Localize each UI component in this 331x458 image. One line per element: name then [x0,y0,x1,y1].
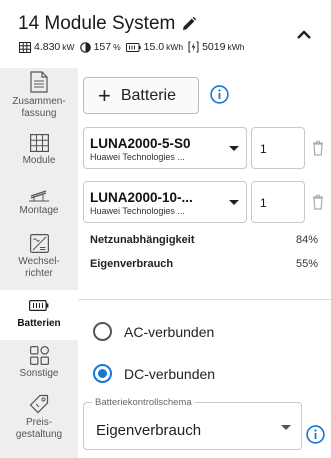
battery-model-name: LUNA2000-10-... [90,190,193,205]
battery-row: LUNA2000-5-S0 Huawei Technologies ... 1 [83,127,326,169]
price-tag-icon [29,394,49,414]
stat-ratio: 157% [79,41,121,53]
power-unit: kW [62,42,75,52]
pencil-icon[interactable] [181,16,197,32]
metric-label: Netzunabhängigkeit [90,234,195,246]
sidebar-item-label: Wechsel- richter [18,256,60,279]
battery-quantity-input[interactable]: 1 [251,181,305,223]
sidebar-item-summary[interactable]: Zusammen- fassung [3,71,75,127]
sidebar-item-batteries[interactable]: Batterien [0,290,78,340]
field-legend: Batteriekontrollschema [92,397,195,408]
system-header: 14 Module System 4.830 kW 157% 15.0 kWh 50… [0,0,331,68]
ratio-value: 157 [93,41,112,53]
radio-ac-coupled[interactable]: AC-verbunden [93,322,214,341]
plus-icon: + [98,82,111,108]
caret-down-icon [229,146,239,151]
sidebar: Zusammen- fassung Module Montage Wechsel… [0,68,78,458]
sidebar-item-label: Batterien [17,318,61,329]
sidebar-item-label: Preis- gestaltung [15,417,63,440]
sidebar-item-mounting[interactable]: Montage [3,186,75,226]
sidebar-item-module[interactable]: Module [3,134,75,174]
battery-model-name: LUNA2000-5-S0 [90,136,191,151]
add-battery-button[interactable]: + Batterie [83,77,199,114]
stat-power: 4.830 kW [19,41,75,53]
power-value: 4.830 [34,41,61,53]
battery-control-schema-select[interactable]: Batteriekontrollschema Eigenverbrauch [83,397,302,450]
sidebar-item-misc[interactable]: Sonstige [3,346,75,386]
title-row: 14 Module System [18,13,197,35]
sidebar-item-label: Module [22,155,56,166]
summary-icon [30,71,48,93]
stat-battery: 15.0 kWh [125,41,184,53]
caret-down-icon [229,200,239,205]
info-icon[interactable] [306,425,325,444]
battery-model-select[interactable]: LUNA2000-10-... Huawei Technologies ... [83,181,247,223]
trash-icon[interactable] [312,194,324,210]
radio-dc-coupled[interactable]: DC-verbunden [93,364,215,383]
battery-value: 15.0 [143,41,165,53]
battery-manufacturer: Huawei Technologies ... [90,152,185,162]
battery-manufacturer: Huawei Technologies ... [90,206,185,216]
inverter-icon [29,234,49,253]
battery-icon [29,300,49,311]
half-circle-icon [79,41,91,53]
trash-icon[interactable] [312,140,324,156]
field-value: Eigenverbrauch [96,422,202,439]
system-stats: 4.830 kW 157% 15.0 kWh 5019 kWh [19,41,249,53]
metric-row: Netzunabhängigkeit 84% [90,234,318,246]
stat-energy: 5019 kWh [188,41,244,53]
mounting-icon [29,190,49,202]
info-icon[interactable] [210,85,229,104]
energy-unit: kWh [227,42,245,52]
radio-button[interactable] [93,322,112,341]
module-grid-icon [29,134,49,152]
sidebar-item-label: Montage [19,205,59,216]
metric-row: Eigenverbrauch 55% [90,258,318,270]
sidebar-item-pricing[interactable]: Preis- gestaltung [3,394,75,444]
radio-label: DC-verbunden [124,365,216,382]
sidebar-item-label: Sonstige [19,368,59,379]
misc-grid-icon [29,346,49,365]
add-battery-label: Batterie [120,86,176,104]
chevron-up-icon[interactable] [296,28,312,40]
caret-down-icon [281,425,291,430]
metric-value: 84% [295,234,318,246]
lightning-bracket-icon [188,41,199,53]
radio-label: AC-verbunden [124,323,215,340]
energy-value: 5019 [202,41,226,53]
radio-button[interactable] [93,364,112,383]
sidebar-item-inverter[interactable]: Wechsel- richter [3,234,75,284]
system-title: 14 Module System [18,13,176,34]
metric-value: 55% [295,258,318,270]
battery-row: LUNA2000-10-... Huawei Technologies ... … [83,181,326,223]
battery-panel: + Batterie LUNA2000-5-S0 Huawei Technolo… [78,68,331,458]
battery-unit: kWh [166,42,184,52]
battery-icon [125,42,141,52]
ratio-unit: % [113,42,121,52]
metric-label: Eigenverbrauch [90,258,174,270]
section-divider [78,299,331,300]
battery-model-select[interactable]: LUNA2000-5-S0 Huawei Technologies ... [83,127,247,169]
battery-quantity-input[interactable]: 1 [251,127,305,169]
module-grid-icon [19,41,31,53]
sidebar-item-label: Zusammen- fassung [12,96,66,119]
